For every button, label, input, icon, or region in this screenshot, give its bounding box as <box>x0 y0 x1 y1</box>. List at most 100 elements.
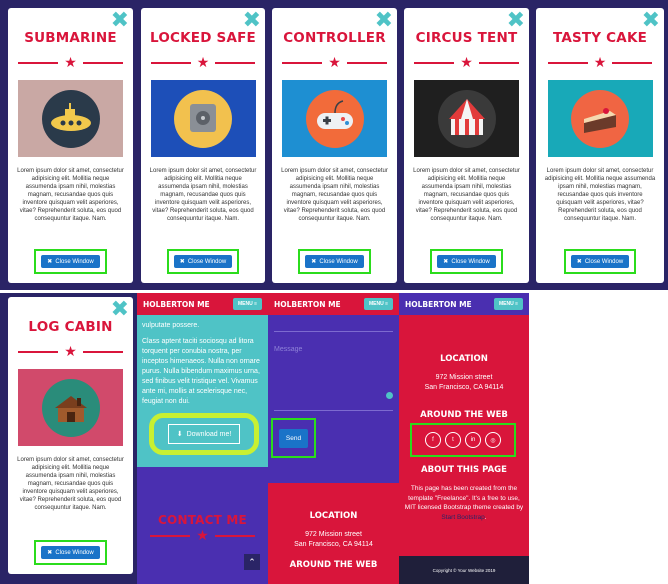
location-title: LOCATION <box>440 354 488 364</box>
modal-title: LOG CABIN <box>28 319 113 335</box>
star-divider: ★ <box>547 56 653 70</box>
copyright-bar: Copyright © Your Website 2019 <box>399 556 529 584</box>
close-icon[interactable]: ✖ <box>243 10 261 32</box>
close-window-button[interactable]: ✖ Close Window <box>570 255 630 268</box>
modal-description: Lorem ipsum dolor sit amet, consectetur … <box>149 168 257 222</box>
circus-tent-image <box>414 80 519 157</box>
close-window-button[interactable]: ✖ Close Window <box>41 546 100 559</box>
close-icon[interactable]: ✖ <box>111 10 129 32</box>
close-icon[interactable]: ✖ <box>375 10 393 32</box>
star-divider: ★ <box>414 56 519 70</box>
star-icon: ★ <box>64 55 77 71</box>
about-page-title: ABOUT THIS PAGE <box>421 465 507 475</box>
dribbble-icon[interactable]: ◎ <box>485 432 501 448</box>
menu-button[interactable]: MENU ≡ <box>232 298 262 310</box>
field-indicator-icon <box>386 392 393 399</box>
hamburger-icon: ≡ <box>385 301 388 307</box>
menu-label: MENU <box>368 301 384 307</box>
navbar: HOLBERTON ME MENU ≡ <box>137 293 268 315</box>
close-icon[interactable]: ✖ <box>642 10 660 32</box>
close-window-label: Close Window <box>451 258 490 265</box>
close-window-button[interactable]: ✖ Close Window <box>437 255 496 268</box>
close-window-label: Close Window <box>55 258 94 265</box>
star-divider: ★ <box>18 345 123 359</box>
star-divider: ★ <box>150 55 256 71</box>
start-bootstrap-link[interactable]: Start Bootstrap <box>441 514 484 521</box>
address-block: 972 Mission street San Francisco, CA 941… <box>399 373 529 393</box>
navbar-brand[interactable]: HOLBERTON ME <box>143 300 210 309</box>
download-icon: ⬇ <box>176 431 183 438</box>
safe-image <box>150 80 256 157</box>
navbar-brand[interactable]: HOLBERTON ME <box>274 300 341 309</box>
menu-button[interactable]: MENU ≡ <box>363 298 393 310</box>
close-window-highlight: ✖ Close Window <box>430 249 503 274</box>
star-divider: ★ <box>282 56 387 70</box>
navbar-brand[interactable]: HOLBERTON ME <box>405 300 472 309</box>
modal-description: Lorem ipsum dolor sit amet, consectetur … <box>544 168 656 222</box>
location-title: LOCATION <box>309 511 358 521</box>
twitter-icon[interactable]: t <box>445 432 461 448</box>
mobile-contact-panel: HOLBERTON ME MENU ≡ Message Send LOCATIO… <box>268 293 399 584</box>
modal-panel-controller: ✖ CONTROLLER ★ Lorem ipsum dolor sit ame… <box>268 0 400 290</box>
cabin-icon <box>41 378 100 437</box>
submarine-image <box>18 80 123 157</box>
modal-panel-locked-safe: ✖ LOCKED SAFE ★ Lorem ipsum dolor sit am… <box>137 0 268 290</box>
around-title: AROUND THE WEB <box>289 560 378 570</box>
download-button[interactable]: ⬇ Download me! <box>167 424 241 444</box>
address-line-2: San Francisco, CA 94114 <box>424 384 504 391</box>
address-line-1: 972 Mission street <box>435 374 493 381</box>
about-text-end: . <box>484 513 487 521</box>
linkedin-icon[interactable]: in <box>465 432 481 448</box>
close-window-label: Close Window <box>584 258 624 265</box>
cake-image <box>547 80 653 157</box>
facebook-icon[interactable]: f <box>425 432 441 448</box>
hamburger-icon: ≡ <box>515 301 518 307</box>
star-icon: ★ <box>196 55 210 71</box>
close-icon: ✖ <box>576 259 582 265</box>
navbar: HOLBERTON ME MENU ≡ <box>399 293 529 315</box>
social-highlight: f t in ◎ <box>410 423 516 457</box>
modal-description: Lorem ipsum dolor sit amet, consectetur … <box>281 168 388 222</box>
message-field[interactable]: Message <box>274 331 393 411</box>
send-button[interactable]: Send <box>278 428 309 448</box>
tent-icon <box>437 89 496 148</box>
modal-log-cabin: ✖ LOG CABIN ★ Lorem ipsum dolor sit amet… <box>8 297 133 574</box>
star-icon: ★ <box>64 344 77 360</box>
modal-description: Lorem ipsum dolor sit amet, consectetur … <box>413 168 520 222</box>
modal-title: TASTY CAKE <box>552 30 648 46</box>
close-window-highlight: ✖ Close Window <box>34 540 107 565</box>
mobile-footer-panel: HOLBERTON ME MENU ≡ LOCATION 972 Mission… <box>399 293 529 584</box>
close-icon[interactable]: ✖ <box>507 10 525 32</box>
scroll-top-button[interactable]: ⌃ <box>244 554 260 570</box>
modal-panel-submarine: ✖ SUBMARINE ★ Lorem ipsum dolor sit amet… <box>0 0 137 290</box>
menu-button[interactable]: MENU ≡ <box>493 298 523 310</box>
address-line-2: San Francisco, CA 94114 <box>294 541 373 548</box>
modal-description: Lorem ipsum dolor sit amet, consectetur … <box>17 168 124 222</box>
star-icon: ★ <box>196 528 209 544</box>
close-window-button[interactable]: ✖ Close Window <box>173 255 233 268</box>
hamburger-icon: ≡ <box>254 301 257 307</box>
modal-circus-tent: ✖ CIRCUS TENT ★ Lorem ipsum dolor sit am… <box>404 8 529 283</box>
around-title: AROUND THE WEB <box>420 410 508 420</box>
modal-description: Lorem ipsum dolor sit amet, consectetur … <box>17 457 124 511</box>
close-window-label: Close Window <box>319 258 358 265</box>
modal-panel-tasty-cake: ✖ TASTY CAKE ★ Lorem ipsum dolor sit ame… <box>532 0 668 290</box>
close-window-button[interactable]: ✖ Close Window <box>305 255 364 268</box>
mobile-about-panel: HOLBERTON ME MENU ≡ vulputate possere. C… <box>137 293 268 584</box>
navbar: HOLBERTON ME MENU ≡ <box>268 293 399 315</box>
menu-label: MENU <box>237 301 253 307</box>
close-window-highlight: ✖ Close Window <box>166 249 240 274</box>
close-icon: ✖ <box>179 259 185 265</box>
send-highlight: Send <box>271 418 316 458</box>
close-icon[interactable]: ✖ <box>111 299 129 321</box>
controller-image <box>282 80 387 157</box>
modal-title: SUBMARINE <box>24 30 117 46</box>
chevron-up-icon: ⌃ <box>248 556 256 567</box>
close-window-button[interactable]: ✖ Close Window <box>41 255 100 268</box>
download-label: Download me! <box>186 430 232 438</box>
close-window-label: Close Window <box>187 258 227 265</box>
contact-title: CONTACT ME <box>158 513 247 527</box>
send-label: Send <box>285 434 302 442</box>
about-page-text: This page has been created from the temp… <box>404 484 524 522</box>
cake-icon <box>571 89 629 148</box>
